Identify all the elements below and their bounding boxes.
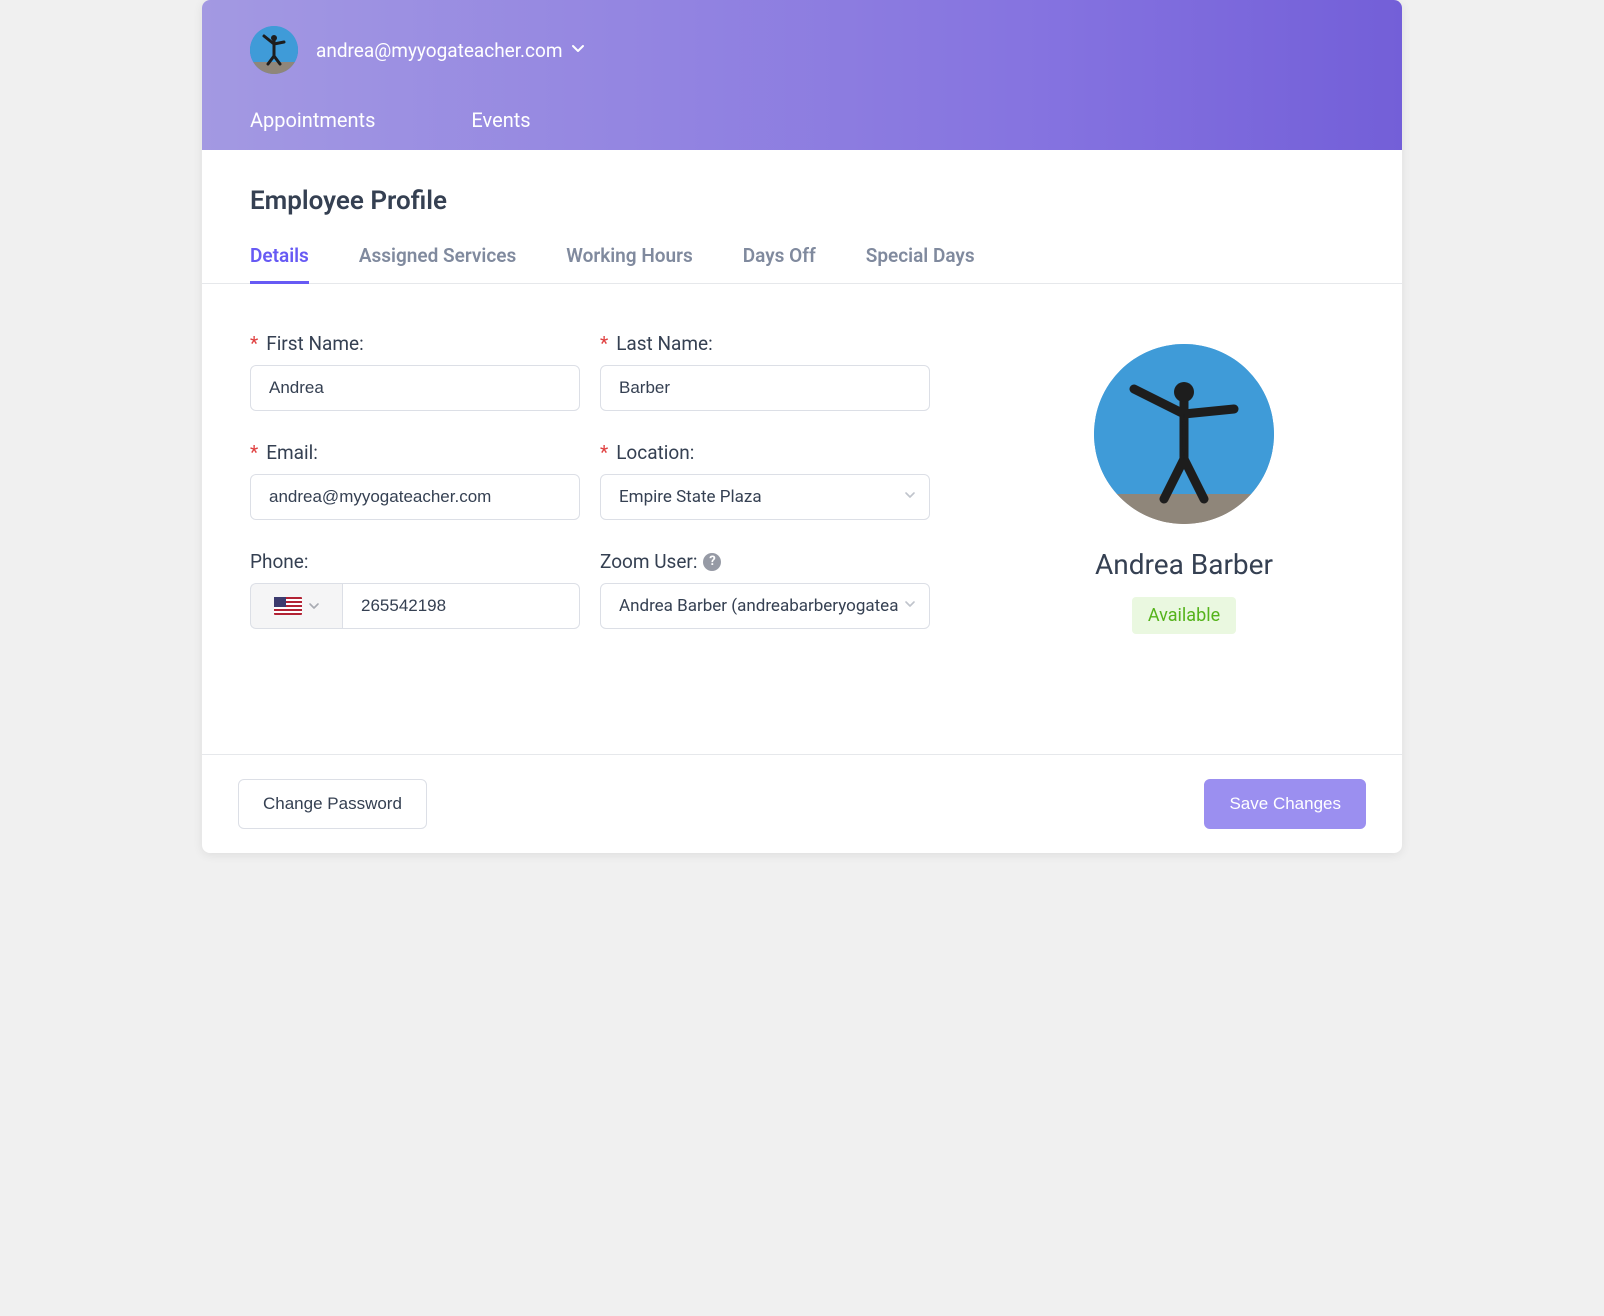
field-email: * Email: <box>250 441 580 520</box>
zoom-user-select[interactable]: Andrea Barber (andreabarberyogatea <box>600 583 930 629</box>
location-label: * Location: <box>600 441 930 464</box>
profile-tabs: Details Assigned Services Working Hours … <box>202 244 1402 284</box>
primary-nav: Appointments Events <box>202 108 1402 150</box>
zoom-user-label: Zoom User: ? <box>600 550 930 573</box>
help-icon[interactable]: ? <box>703 553 721 571</box>
email-label: * Email: <box>250 441 580 464</box>
avatar-image-icon <box>1094 344 1274 524</box>
save-changes-button[interactable]: Save Changes <box>1204 779 1366 829</box>
phone-input[interactable] <box>342 583 580 629</box>
location-label-text: Location: <box>616 441 694 464</box>
phone-label-text: Phone: <box>250 550 308 573</box>
app-frame: andrea@myyogateacher.com Appointments Ev… <box>202 0 1402 853</box>
nav-appointments[interactable]: Appointments <box>250 108 375 132</box>
chevron-down-icon[interactable] <box>570 40 586 60</box>
avatar-image-icon <box>250 26 298 74</box>
first-name-label: * First Name: <box>250 332 580 355</box>
last-name-input[interactable] <box>600 365 930 411</box>
user-email[interactable]: andrea@myyogateacher.com <box>316 39 562 62</box>
location-select[interactable]: Empire State Plaza <box>600 474 930 520</box>
email-input[interactable] <box>250 474 580 520</box>
header: andrea@myyogateacher.com Appointments Ev… <box>202 0 1402 150</box>
location-select-value: Empire State Plaza <box>619 487 762 507</box>
status-badge: Available <box>1132 597 1236 634</box>
field-location: * Location: Empire State Plaza <box>600 441 930 520</box>
profile-avatar[interactable] <box>1094 344 1274 524</box>
phone-label: Phone: <box>250 550 580 573</box>
field-phone: Phone: <box>250 550 580 629</box>
footer: Change Password Save Changes <box>202 754 1402 853</box>
last-name-label-text: Last Name: <box>616 332 713 355</box>
field-zoom-user: Zoom User: ? Andrea Barber (andreabarber… <box>600 550 930 629</box>
email-label-text: Email: <box>266 441 318 464</box>
phone-group <box>250 583 580 629</box>
chevron-down-icon <box>903 596 917 616</box>
required-asterisk: * <box>600 332 608 355</box>
tab-details[interactable]: Details <box>250 244 309 284</box>
profile-name: Andrea Barber <box>1054 548 1314 581</box>
last-name-label: * Last Name: <box>600 332 930 355</box>
tab-days-off[interactable]: Days Off <box>743 244 816 284</box>
required-asterisk: * <box>600 441 608 464</box>
field-last-name: * Last Name: <box>600 332 930 411</box>
zoom-user-select-value: Andrea Barber (andreabarberyogatea <box>619 596 898 616</box>
content: Employee Profile Details Assigned Servic… <box>202 150 1402 754</box>
tab-working-hours[interactable]: Working Hours <box>566 244 693 284</box>
chevron-down-icon <box>903 487 917 507</box>
user-avatar-small[interactable] <box>250 26 298 74</box>
tab-special-days[interactable]: Special Days <box>866 244 975 284</box>
header-top: andrea@myyogateacher.com <box>202 0 1402 108</box>
zoom-user-label-text: Zoom User: <box>600 550 697 573</box>
change-password-button[interactable]: Change Password <box>238 779 427 829</box>
field-first-name: * First Name: <box>250 332 580 411</box>
first-name-input[interactable] <box>250 365 580 411</box>
profile-card: Andrea Barber Available <box>1054 332 1314 634</box>
form-grid: * First Name: * Last Name: * Email: * Locati… <box>250 332 930 634</box>
chevron-down-icon <box>308 597 320 616</box>
required-asterisk: * <box>250 332 258 355</box>
required-asterisk: * <box>250 441 258 464</box>
phone-country-select[interactable] <box>250 583 342 629</box>
first-name-label-text: First Name: <box>266 332 364 355</box>
tab-assigned-services[interactable]: Assigned Services <box>359 244 516 284</box>
form-area: * First Name: * Last Name: * Email: * Locati… <box>250 284 1354 754</box>
nav-events[interactable]: Events <box>471 108 530 132</box>
flag-us-icon <box>274 597 302 615</box>
page-title: Employee Profile <box>250 186 1354 216</box>
